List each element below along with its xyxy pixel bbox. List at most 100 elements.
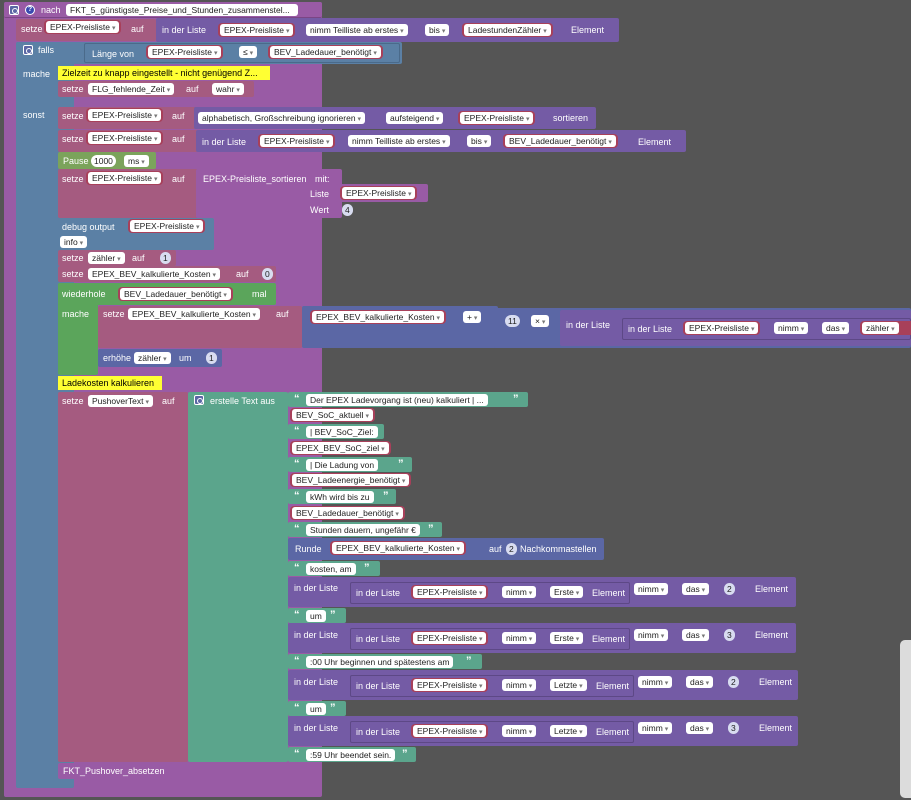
var-epex-preisliste[interactable]: EPEX-Preisliste [218,23,296,37]
var-epex-bev-kosten[interactable]: EPEX_BEV_kalkulierte_Kosten [88,268,221,280]
comment-ladekosten[interactable]: Ladekosten kalkulieren [58,376,162,390]
var-epex-bev-kosten[interactable]: EPEX_BEV_kalkulierte_Kosten [330,541,467,555]
gear-icon[interactable] [194,395,204,405]
var-epex-preisliste[interactable]: EPEX-Preisliste [86,171,164,185]
bis-dropdown[interactable]: bis [425,24,450,36]
list-where-dropdown[interactable]: Letzte [550,725,587,737]
list-mode-dropdown[interactable]: nimm [502,586,537,598]
debug-level-dropdown[interactable]: info [60,236,88,248]
var-epex-preisliste[interactable]: EPEX-Preisliste [128,219,206,233]
list-mode-dropdown[interactable]: nimm [634,629,669,641]
list-mode-dropdown[interactable]: nimm [502,725,537,737]
math-op-plus-dropdown[interactable]: + [463,311,482,323]
pause-value[interactable]: 1000 [91,155,116,167]
var-bev-ladedauer[interactable]: BEV_Ladedauer_benötigt [268,45,383,59]
var-epex-bev-kosten[interactable]: EPEX_BEV_kalkulierte_Kosten [128,308,261,320]
var-epex-preisliste[interactable]: EPEX-Preisliste [86,131,164,145]
var-zaehler[interactable]: zähler [860,321,911,335]
list-mode-dropdown[interactable]: nimm [502,632,537,644]
var-epex-preisliste[interactable]: EPEX-Preisliste [411,631,489,645]
round-digits-value[interactable]: 2 [506,543,517,555]
help-icon[interactable]: ? [25,5,35,15]
zaehler-value[interactable]: 1 [160,252,171,264]
list-index-value[interactable]: 3 [728,722,739,734]
list-mode-dropdown[interactable]: nimm [502,679,537,691]
var-epex-preisliste[interactable]: EPEX-Preisliste [44,20,122,34]
var-zaehler[interactable]: zähler [134,352,171,364]
list-where-dropdown[interactable]: Erste [550,586,584,598]
var-epex-preisliste[interactable]: EPEX-Preisliste [411,585,489,599]
var-epex-preisliste[interactable]: EPEX-Preisliste [683,321,761,335]
sort-order-dropdown[interactable]: aufsteigend [386,112,444,124]
text-value-1[interactable]: Der EPEX Ladevorgang ist (neu) kalkulier… [306,394,488,406]
var-epex-bev-kosten[interactable]: EPEX_BEV_kalkulierte_Kosten [310,310,447,324]
var-epex-preisliste[interactable]: EPEX-Preisliste [411,678,489,692]
gear-icon[interactable] [9,5,19,15]
kw-in-der-liste: in der Liste [356,588,401,598]
list-mode-dropdown[interactable]: nimm [638,722,673,734]
comment-zielzeit[interactable]: Zielzeit zu knapp eingestellt - nicht ge… [58,66,270,80]
list-where-dropdown[interactable]: Letzte [550,679,587,691]
list-mode-dropdown[interactable]: nimm [638,676,673,688]
list-where-dropdown[interactable]: das [686,676,714,688]
sort-mode-dropdown[interactable]: alphabetisch, Großschreibung ignorieren [198,112,366,124]
var-epex-preisliste[interactable]: EPEX-Preisliste [411,724,489,738]
text-value-3[interactable]: | Die Ladung von [306,459,379,471]
compare-operator-dropdown[interactable]: ≤ [239,46,258,58]
list-index-value[interactable]: 2 [728,676,739,688]
bis-dropdown[interactable]: bis [467,135,492,147]
call-pushover-block[interactable]: FKT_Pushover_absetzen [58,763,172,779]
text-value-10[interactable]: :59 Uhr beendet sein. [306,749,396,761]
kw-setze: setze [62,134,84,144]
pause-unit-dropdown[interactable]: ms [124,155,149,167]
vertical-scrollbar[interactable] [900,640,911,798]
var-flg-fehlende-zeit[interactable]: FLG_fehlende_Zeit [88,83,175,95]
set-pushover-block[interactable] [58,392,188,762]
list-where-dropdown[interactable]: das [682,583,710,595]
list-where-dropdown[interactable]: das [822,322,850,334]
list-where-dropdown[interactable]: Erste [550,632,584,644]
var-bev-soc-aktuell[interactable]: BEV_SoC_aktuell [290,408,376,422]
kw-auf: auf [172,134,185,144]
text-value-8[interactable]: :00 Uhr beginnen und spätestens am [306,656,454,668]
text-join-block[interactable] [188,392,288,762]
text-value-4[interactable]: kWh wird bis zu [306,491,374,503]
var-bev-ladedauer[interactable]: BEV_Ladedauer_benötigt [290,506,405,520]
var-bev-ladeenergie[interactable]: BEV_Ladeenergie_benötigt [290,473,412,487]
var-epex-preisliste[interactable]: EPEX-Preisliste [340,186,418,200]
math-op-mul-dropdown[interactable]: × [531,315,550,327]
var-epex-preisliste[interactable]: EPEX-Preisliste [258,134,336,148]
text-value-2[interactable]: | BEV_SoC_Ziel: [306,426,378,438]
var-epex-preisliste[interactable]: EPEX-Preisliste [458,111,536,125]
text-value-6[interactable]: kosten, am [306,563,356,575]
increment-value[interactable]: 1 [206,352,217,364]
var-zaehler[interactable]: zähler [88,252,125,264]
var-epex-preisliste[interactable]: EPEX-Preisliste [146,45,224,59]
gear-icon[interactable] [23,45,33,55]
var-pushover-text[interactable]: PushoverText [88,395,153,407]
kosten-value[interactable]: 0 [262,268,273,280]
list-index-value[interactable]: 2 [724,583,735,595]
text-value-9[interactable]: um [306,703,326,715]
sublist-mode-dropdown[interactable]: nimm Teilliste ab erstes [348,135,450,147]
list-where-dropdown[interactable]: das [686,722,714,734]
param-wert-value[interactable]: 4 [342,204,353,216]
list-where-dropdown[interactable]: das [682,629,710,641]
var-bev-ladedauer[interactable]: BEV_Ladedauer_benötigt [118,287,233,301]
kw-wiederhole: wiederhole [62,289,106,299]
var-epex-bev-soc-ziel[interactable]: EPEX_BEV_SoC_ziel [290,441,391,455]
var-epex-preisliste[interactable]: EPEX-Preisliste [86,108,164,122]
text-value-5[interactable]: Stunden dauern, ungefähr € [306,524,420,536]
text-value-7[interactable]: um [306,610,326,622]
function-name-field[interactable]: FKT_5_günstigste_Preise_und_Stunden_zusa… [66,4,298,16]
var-bev-ladedauer[interactable]: BEV_Ladedauer_benötigt [503,134,618,148]
list-mode-dropdown[interactable]: nimm [634,583,669,595]
bool-value-dropdown[interactable]: wahr [212,83,244,95]
quote-close-icon: ” [383,490,389,502]
var-ladestunden-zaehler[interactable]: LadestundenZähler [462,23,553,37]
list-index-value[interactable]: 3 [724,629,735,641]
kw-setze: setze [62,396,84,406]
sublist-mode-dropdown[interactable]: nimm Teilliste ab erstes [306,24,408,36]
multiplier-value[interactable]: 11 [505,315,520,327]
list-mode-dropdown[interactable]: nimm [774,322,809,334]
